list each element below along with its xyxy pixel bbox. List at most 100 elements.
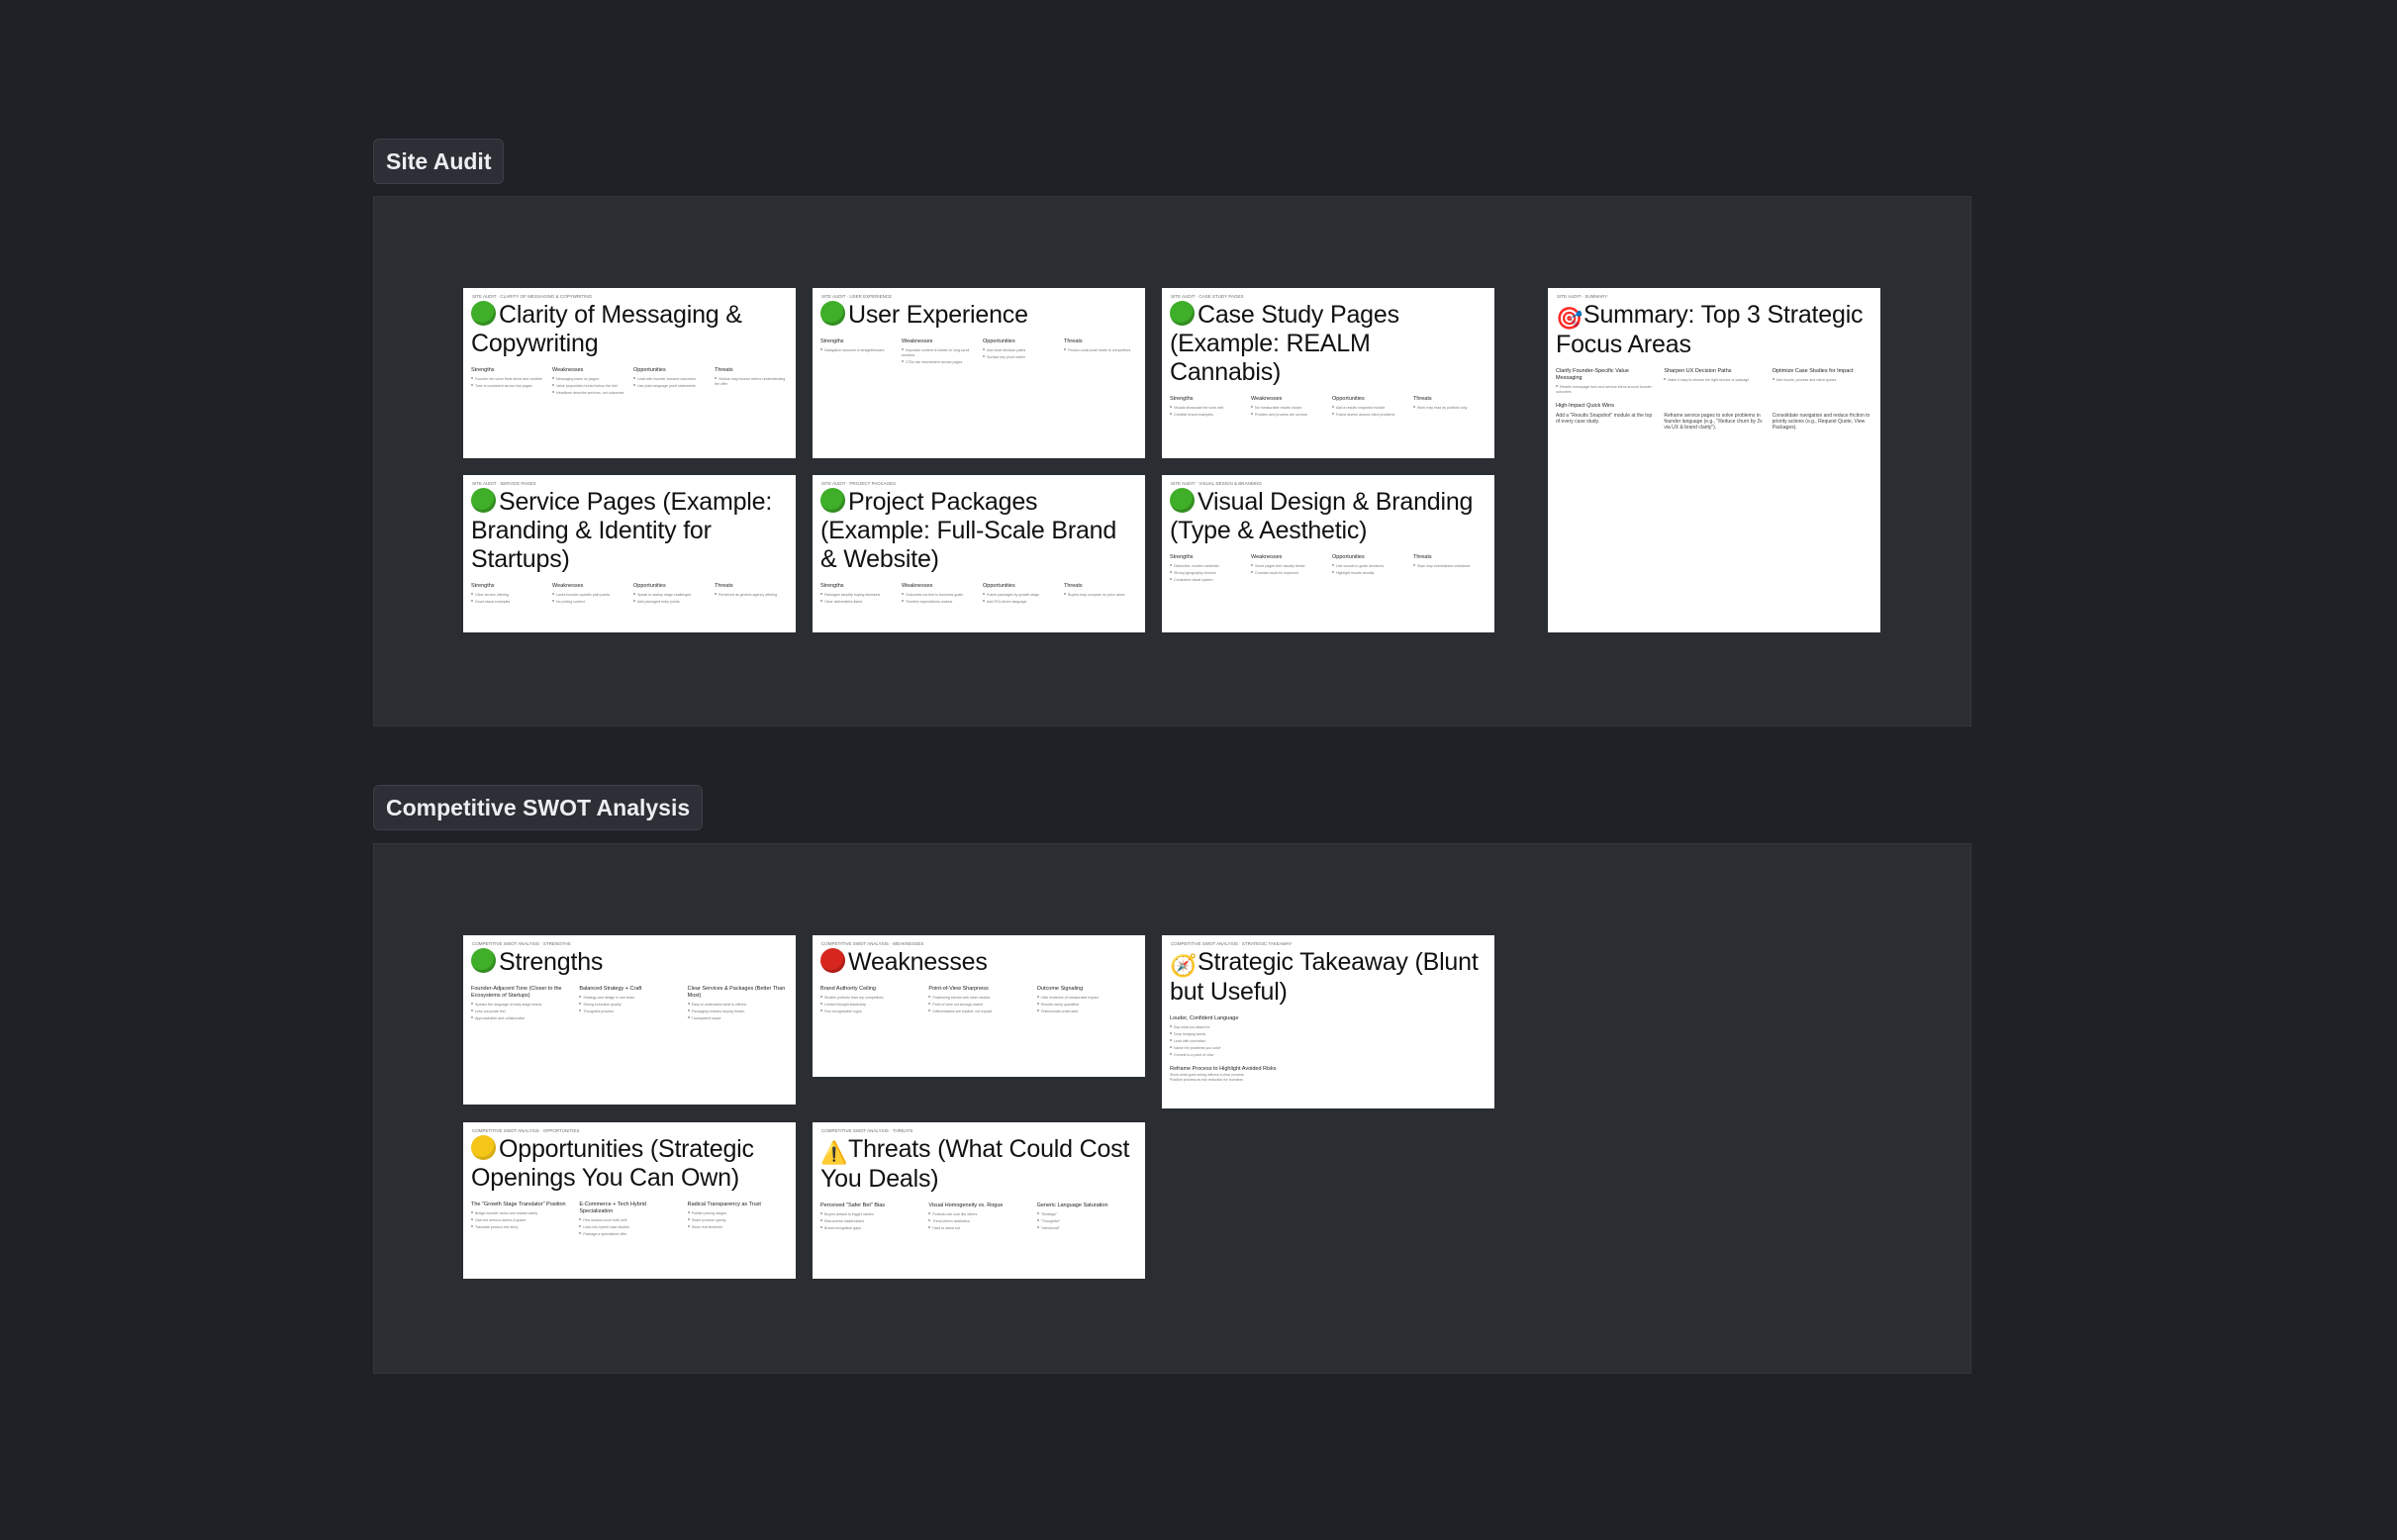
column-bullet: Founder-led voice feels direct and credi… (471, 377, 544, 382)
column-heading: Clear Services & Packages (Better Than M… (687, 986, 786, 999)
slide-breadcrumb: SITE AUDIT · SUMMARY (1557, 294, 1608, 299)
bullet-dot-icon (1036, 1226, 1039, 1228)
column-heading: Threats (1064, 583, 1083, 589)
yellow-circle-icon (471, 1135, 496, 1160)
slide-column: Strengths Packages simplify buying decisi… (820, 583, 894, 607)
slide-column: Sharpen UX Decision Paths Make it easy to… (1664, 368, 1764, 397)
section-label-competitive-swot[interactable]: Competitive SWOT Analysis (373, 785, 704, 830)
slide-breadcrumb: SITE AUDIT · USER EXPERIENCE (821, 294, 893, 299)
bullet-dot-icon (633, 593, 635, 595)
slide-column: Threats Buyers may compare on price alone (1064, 583, 1137, 607)
slide-title: User Experience (820, 301, 1137, 330)
column-heading: Opportunities (633, 583, 666, 589)
bullet-dot-icon (1036, 996, 1039, 998)
column-bullet: "Intentional" (1036, 1226, 1137, 1231)
bullet-dot-icon (983, 348, 985, 350)
column-heading: Optimize Case Studies for Impact (1772, 368, 1854, 374)
bullet-dot-icon (633, 600, 635, 602)
column-bullet: Translate product into story (471, 1225, 571, 1230)
bullet-text: Positioning blends with other studios (932, 996, 991, 1000)
slide-columns: Louder, Confident Language Say what you s… (1170, 1015, 1486, 1060)
slide-title-text: Visual Design & Branding (Type & Aesthet… (1170, 488, 1474, 544)
bullet-dot-icon (820, 348, 822, 350)
bullet-dot-icon (928, 996, 931, 998)
column-bullet: Own the seed-to-series-A space (471, 1218, 571, 1223)
slide-column: Balanced Strategy + Craft Strategy and de… (579, 986, 679, 1023)
bullet-dot-icon (1170, 1046, 1172, 1048)
bullet-dot-icon (687, 1225, 690, 1227)
slide-column: Clear Services & Packages (Better Than M… (687, 986, 788, 1023)
bullet-text: Smaller portfolio than top competitors (824, 996, 884, 1000)
bullet-text: No pricing context (556, 600, 585, 604)
slide-column: Weaknesses No measurable results shown Pro… (1251, 396, 1324, 420)
column-heading: Strengths (471, 367, 495, 373)
column-bullet: Differentiators are implied, not explici… (928, 1010, 1028, 1014)
column-heading: Radical Transparency as Trust (687, 1202, 761, 1207)
bullet-dot-icon (1036, 1003, 1039, 1005)
bullet-dot-icon (1332, 406, 1334, 408)
column-bullet: Contrast could be improved (1251, 571, 1324, 576)
slide-thumbnail[interactable]: COMPETITIVE SWOT ANALYSIS · OPPORTUNITIE… (463, 1122, 796, 1279)
slide-column: Visual Homogeneity vs. Rogue Portfolio ca… (928, 1203, 1028, 1233)
slide-title-text: Strategic Takeaway (Blunt but Useful) (1170, 948, 1479, 1006)
slide-thumbnail[interactable]: SITE AUDIT · SERVICE PAGES Service Pages … (463, 475, 796, 632)
slide-column: Opportunities Use visuals to guide decisi… (1332, 554, 1405, 585)
slide-thumbnail[interactable]: COMPETITIVE SWOT ANALYSIS · THREATS ⚠️Thr… (813, 1122, 1145, 1279)
bullet-text: Share process openly (691, 1218, 726, 1222)
bullet-text: Differentiators are implied, not explici… (932, 1010, 993, 1013)
section-label-site-audit[interactable]: Site Audit (373, 139, 505, 184)
bullet-text: Trend-driven aesthetics (932, 1219, 970, 1223)
bullet-dot-icon (579, 1010, 582, 1011)
slide-thumbnail[interactable]: SITE AUDIT · PROJECT PACKAGES Project Pac… (813, 475, 1145, 632)
column-heading: Clarify Founder-Specific Value Messaging (1556, 368, 1629, 381)
column-heading: Opportunities (633, 367, 666, 373)
quick-win-text: Reframe service pages to solve problems … (1664, 413, 1763, 431)
bullet-dot-icon (552, 384, 554, 386)
bullet-dot-icon (1332, 571, 1334, 573)
green-circle-icon (820, 488, 845, 513)
column-bullet: Speaks the language of early-stage teams (471, 1003, 571, 1008)
slide-thumbnail[interactable]: COMPETITIVE SWOT ANALYSIS · STRENGTHS Str… (463, 935, 796, 1105)
bullet-text: Approachable and collaborative (475, 1016, 526, 1020)
slide-thumbnail[interactable]: COMPETITIVE SWOT ANALYSIS · WEAKNESSES We… (813, 935, 1145, 1077)
slide-thumbnail[interactable]: SITE AUDIT · USER EXPERIENCE User Experie… (813, 288, 1145, 458)
slide-column: Strengths Distinctive, modern aesthetic St… (1170, 554, 1243, 585)
bullet-text: Value proposition buried below the fold (556, 384, 618, 388)
bullet-text: Lacks founder-specific pain points (556, 593, 611, 597)
slide-breadcrumb: SITE AUDIT · SERVICE PAGES (472, 481, 536, 486)
bullet-text: Strong execution quality (583, 1003, 622, 1007)
slide-title-text: Service Pages (Example: Branding & Ident… (471, 488, 773, 573)
column-bullet: Work may read as portfolio only (1413, 406, 1486, 411)
bullet-text: Commit to a point of view (1174, 1053, 1214, 1057)
column-heading: Outcome Signaling (1036, 986, 1084, 992)
slide-thumbnail[interactable]: SITE AUDIT · SUMMARY 🎯Summary: Top 3 Stra… (1548, 288, 1880, 632)
slide-thumbnail[interactable]: COMPETITIVE SWOT ANALYSIS · STRATEGIC TA… (1162, 935, 1494, 1108)
column-bullet: "Strategic" (1036, 1212, 1137, 1217)
bullet-text: Strategy and design in one team (583, 996, 635, 1000)
bullet-dot-icon (928, 1010, 931, 1011)
slide-thumbnail[interactable]: SITE AUDIT · VISUAL DESIGN & BRANDING Vis… (1162, 475, 1494, 632)
slide-column: Threats Perceived as generic agency offer… (715, 583, 788, 607)
slide-title: Service Pages (Example: Branding & Ident… (471, 488, 788, 574)
bullet-text: Good visual examples (475, 600, 511, 604)
slide-breadcrumb: COMPETITIVE SWOT ANALYSIS · WEAKNESSES (821, 941, 924, 946)
bullet-text: Speaks the language of early-stage teams (475, 1003, 542, 1007)
slide-breadcrumb: SITE AUDIT · CASE STUDY PAGES (1171, 294, 1244, 299)
column-bullet: Hard to stand out (928, 1226, 1028, 1231)
slide-columns: Perceived "Safer Bet" Bias Buyers default… (820, 1203, 1137, 1233)
bullet-text: Few recognizable logos (824, 1010, 862, 1013)
bullet-dot-icon (1251, 413, 1253, 415)
bullet-text: Portfolio can look like others (932, 1212, 978, 1216)
bullet-text: Clear deliverables listed (824, 600, 863, 604)
slide-title: Strengths (471, 948, 788, 977)
slide-thumbnail[interactable]: SITE AUDIT · CLARITY OF MESSAGING & COPY… (463, 288, 796, 458)
column-heading: Opportunities (983, 583, 1015, 589)
slide-title: Clarity of Messaging & Copywriting (471, 301, 788, 358)
slide-thumbnail[interactable]: SITE AUDIT · CASE STUDY PAGES Case Study … (1162, 288, 1494, 458)
bullet-text: Little evidence of measurable impact (1040, 996, 1099, 1000)
column-heading: The "Growth Stage Translator" Position (471, 1202, 566, 1207)
slide-breadcrumb: SITE AUDIT · CLARITY OF MESSAGING & COPY… (472, 294, 593, 299)
slide-column: Point-of-View Sharpness Positioning blend… (928, 986, 1028, 1016)
column-bullet: Important content is hidden in long scro… (902, 348, 975, 358)
quick-win-column: Consolidate navigation and reduce fricti… (1773, 413, 1872, 433)
